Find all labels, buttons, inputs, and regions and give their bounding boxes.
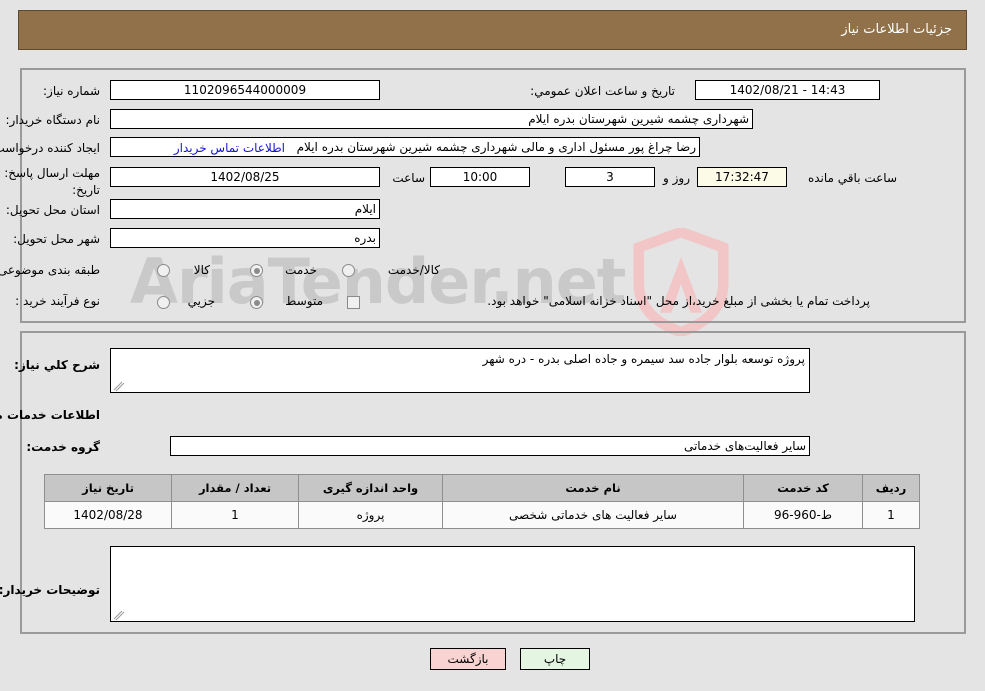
category-label: طبقه بندی موضوعی: xyxy=(0,263,100,277)
cell-need-date: 1402/08/28 xyxy=(44,501,172,529)
province-label: استان محل تحویل: xyxy=(5,203,100,217)
countdown-field: 17:32:47 xyxy=(697,167,787,187)
days-label: روز و xyxy=(663,171,690,185)
th-need-date: تاریخ نیاز xyxy=(44,474,172,502)
cell-quantity: 1 xyxy=(171,501,299,529)
deadline-label-line2: تاریخ: xyxy=(72,183,100,197)
hour-label: ساعت xyxy=(392,171,425,185)
resize-grip-icon xyxy=(113,610,125,621)
need-number-label: شماره نیاز: xyxy=(43,84,100,98)
service-group-field[interactable]: سایر فعالیت‌های خدماتی xyxy=(170,436,810,456)
radio-process-motevaset[interactable] xyxy=(250,296,263,309)
requester-label: ایجاد کننده درخواست: xyxy=(0,141,100,155)
general-desc-label: شرح كلي نياز: xyxy=(14,358,100,372)
deadline-hour-field[interactable]: 10:00 xyxy=(430,167,530,187)
city-field[interactable]: بدره xyxy=(110,228,380,248)
need-info-panel xyxy=(20,68,966,323)
remaining-hours-label: ساعت باقي مانده xyxy=(807,171,897,185)
category-option-1-label: خدمت xyxy=(285,263,317,277)
page-header: جزئیات اطلاعات نیاز xyxy=(18,10,967,50)
category-option-0-label: کالا xyxy=(193,263,210,277)
th-row-no: ردیف xyxy=(862,474,920,502)
service-group-label: گروه خدمت: xyxy=(26,440,100,454)
table-header-row: ردیف کد خدمت نام خدمت واحد اندازه گیری ت… xyxy=(44,474,920,502)
th-service-code: کد خدمت xyxy=(743,474,863,502)
process-option-1-label: متوسط xyxy=(285,294,323,308)
th-service-name: نام خدمت xyxy=(442,474,744,502)
process-label: نوع فرآیند خرید : xyxy=(15,294,100,308)
page-title: جزئیات اطلاعات نیاز xyxy=(841,22,952,37)
cell-service-name: سایر فعالیت های خدماتی شخصی xyxy=(442,501,744,529)
general-desc-textarea[interactable]: پروژه توسعه بلوار جاده سد سیمره و جاده ا… xyxy=(110,348,810,393)
process-option-0-label: جزیي xyxy=(187,294,215,308)
need-number-field[interactable]: 1102096544000009 xyxy=(110,80,380,100)
treasury-checkbox[interactable] xyxy=(347,296,360,309)
public-announce-label: تاریخ و ساعت اعلان عمومي: xyxy=(530,84,675,98)
radio-category-kala-khedmat[interactable] xyxy=(342,264,355,277)
services-section-title: اطلاعات خدمات مورد نیاز xyxy=(0,408,100,422)
buyer-org-label: نام دستگاه خریدار: xyxy=(5,113,101,127)
cell-row-no: 1 xyxy=(862,501,920,529)
print-button[interactable]: چاپ xyxy=(520,648,590,670)
province-field[interactable]: ایلام xyxy=(110,199,380,219)
treasury-note-text: پرداخت تمام یا بخشی از مبلغ خرید،از محل … xyxy=(487,294,870,308)
buyer-org-field[interactable]: شهرداری چشمه شیرین شهرستان بدره ایلام xyxy=(110,109,753,129)
table-row: 1 ط-960-96 سایر فعالیت های خدماتی شخصی پ… xyxy=(44,501,920,529)
deadline-label-line1: مهلت ارسال پاسخ: تا xyxy=(0,166,100,180)
radio-category-khedmat[interactable] xyxy=(250,264,263,277)
cell-service-code: ط-960-96 xyxy=(743,501,863,529)
buyer-notes-textarea[interactable] xyxy=(110,546,915,622)
buyer-contact-link[interactable]: اطلاعات تماس خریدار xyxy=(174,141,285,155)
services-table-wrapper: ردیف کد خدمت نام خدمت واحد اندازه گیری ت… xyxy=(44,474,920,529)
th-unit: واحد اندازه گیری xyxy=(298,474,443,502)
radio-category-kala[interactable] xyxy=(157,264,170,277)
services-table: ردیف کد خدمت نام خدمت واحد اندازه گیری ت… xyxy=(44,474,920,529)
deadline-date-field[interactable]: 1402/08/25 xyxy=(110,167,380,187)
city-label: شهر محل تحویل: xyxy=(13,232,100,246)
resize-grip-icon xyxy=(113,381,125,392)
general-desc-value: پروژه توسعه بلوار جاده سد سیمره و جاده ا… xyxy=(482,352,805,366)
remaining-days-field[interactable]: 3 xyxy=(565,167,655,187)
category-option-2-label: کالا/خدمت xyxy=(387,263,440,277)
buyer-notes-label: توضیحات خریدار: xyxy=(0,583,100,597)
public-announce-field[interactable]: 14:43 - 1402/08/21 xyxy=(695,80,880,100)
th-quantity: تعداد / مقدار xyxy=(171,474,299,502)
radio-process-jozei[interactable] xyxy=(157,296,170,309)
back-button[interactable]: بازگشت xyxy=(430,648,506,670)
cell-unit: پروژه xyxy=(298,501,443,529)
